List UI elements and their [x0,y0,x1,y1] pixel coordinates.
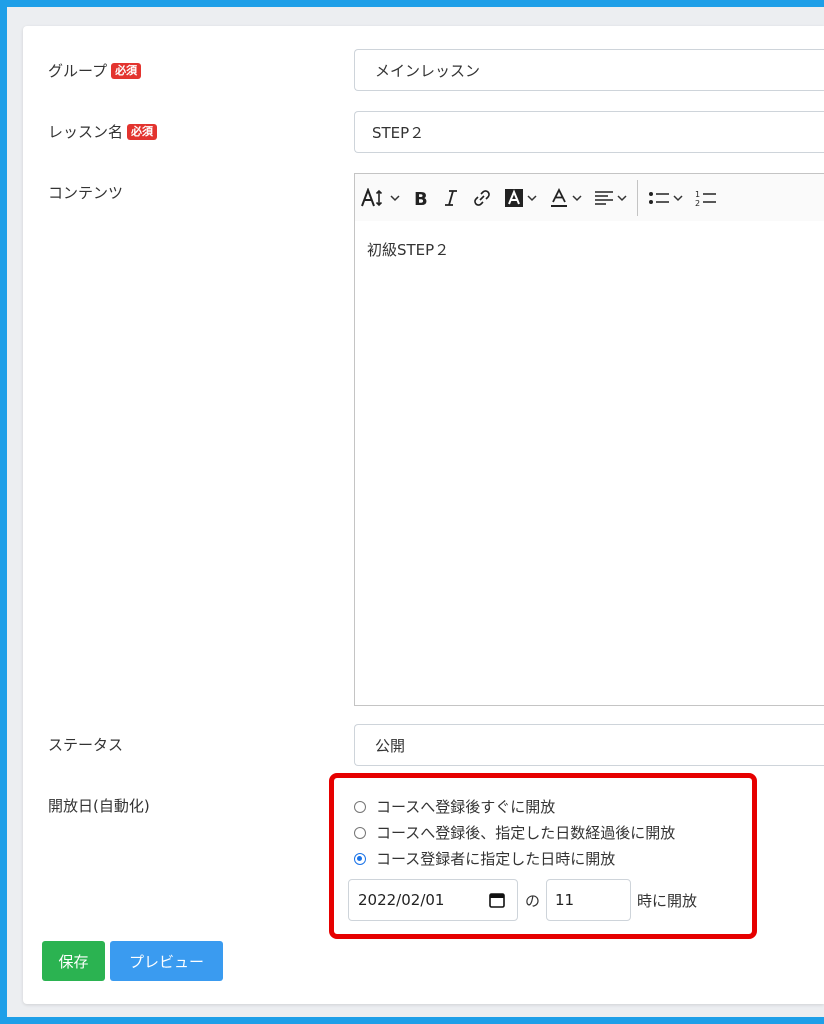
svg-text:2: 2 [695,199,700,208]
contents-label-text: コンテンツ [48,184,124,202]
svg-text:1: 1 [695,190,700,199]
lesson-name-value: STEP２ [372,123,425,142]
chevron-down-icon [673,194,683,201]
open-date-label: 開放日(自動化) [48,795,150,816]
italic-button[interactable] [436,174,466,221]
group-label-text: グループ [48,62,108,80]
required-badge: 必須 [111,62,142,79]
editor-toolbar: B 1 2 [354,173,824,222]
italic-icon [445,189,457,206]
font-size-icon [361,187,383,206]
status-select[interactable]: 公開 [354,724,824,766]
font-color-icon [551,187,567,207]
preview-button-label: プレビュー [128,952,204,971]
status-label: ステータス [48,734,123,755]
save-button[interactable]: 保存 [42,941,105,981]
numbered-list-button[interactable]: 1 2 [689,174,723,221]
chevron-down-icon [527,194,537,201]
group-label: グループ 必須 [48,60,142,81]
editor-content-area[interactable]: 初級STEP２ [354,221,824,706]
bold-icon: B [414,189,428,208]
annotation-highlight-box [329,773,757,939]
required-badge: 必須 [127,123,158,140]
group-select-value: メインレッスン [375,61,481,80]
svg-text:B: B [414,189,428,208]
open-date-label-text: 開放日(自動化) [48,797,150,815]
status-label-text: ステータス [48,736,124,754]
save-button-label: 保存 [58,952,89,971]
highlight-button[interactable] [498,174,543,221]
highlight-icon [505,188,523,207]
lesson-name-input[interactable]: STEP２ [354,111,824,153]
align-icon [595,190,613,205]
chevron-down-icon [572,194,582,201]
link-icon [474,189,490,206]
bullet-list-button[interactable] [642,174,689,221]
lesson-name-label-text: レッスン名 [48,123,124,141]
bold-button[interactable]: B [406,174,436,221]
contents-label: コンテンツ [48,182,123,203]
toolbar-divider [637,179,638,216]
numbered-list-icon: 1 2 [695,190,716,208]
font-size-button[interactable] [355,174,406,221]
chevron-down-icon [617,194,627,201]
group-select[interactable]: メインレッスン [354,49,824,91]
align-button[interactable] [588,174,633,221]
status-select-value: 公開 [375,736,406,755]
chevron-down-icon [390,194,400,201]
editor-text: 初級STEP２ [367,241,450,259]
preview-button[interactable]: プレビュー [110,941,223,981]
lesson-name-label: レッスン名 必須 [48,121,158,142]
font-color-button[interactable] [543,174,588,221]
bullet-list-icon [649,191,669,204]
link-button[interactable] [466,174,498,221]
